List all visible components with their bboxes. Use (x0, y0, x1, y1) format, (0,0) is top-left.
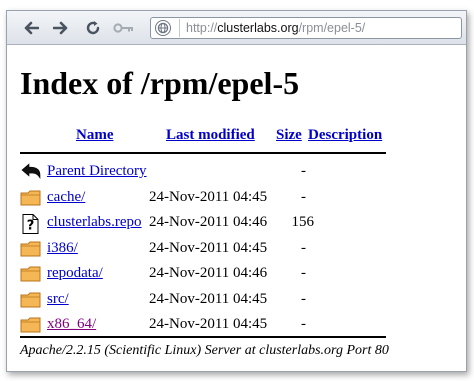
table-row: i386/ 24-Nov-2011 04:45 - (20, 238, 390, 264)
row-date: 24-Nov-2011 04:45 (149, 188, 268, 205)
cache-folder-link[interactable]: cache/ (47, 189, 85, 206)
sort-by-description-link[interactable]: Description (308, 127, 382, 144)
address-bar[interactable]: http://clusterlabs.org/rpm/epel-5/ (150, 17, 462, 39)
url-scheme: http:// (186, 21, 218, 35)
row-size: - (301, 290, 306, 307)
globe-icon (155, 20, 171, 36)
folder-icon (20, 240, 42, 258)
header-divider (20, 152, 386, 154)
footer-divider (20, 336, 386, 338)
forward-arrow-icon (53, 21, 68, 35)
key-icon (113, 23, 133, 33)
svg-text:?: ? (27, 219, 35, 234)
unknown-file-icon: ? (20, 214, 42, 234)
url-path: /rpm/epel-5/ (298, 21, 366, 35)
row-size: - (301, 265, 306, 281)
forward-button[interactable] (51, 19, 71, 37)
page-content: Index of /rpm/epel-5 Name Last modified … (7, 45, 466, 371)
repodata-folder-link[interactable]: repodata/ (47, 265, 103, 282)
sort-by-last-modified-link[interactable]: Last modified (166, 127, 255, 144)
sort-by-size-link[interactable]: Size (276, 127, 302, 144)
folder-icon (20, 189, 42, 207)
table-row: cache/ 24-Nov-2011 04:45 - (20, 187, 390, 213)
src-folder-link[interactable]: src/ (47, 291, 69, 308)
key-button[interactable] (111, 19, 137, 37)
row-size: - (301, 316, 306, 332)
sort-by-name-link[interactable]: Name (76, 127, 114, 144)
browser-window: http://clusterlabs.org/rpm/epel-5/ Index… (6, 10, 467, 372)
i386-folder-link[interactable]: i386/ (47, 240, 78, 257)
folder-icon (20, 291, 42, 309)
browser-toolbar: http://clusterlabs.org/rpm/epel-5/ (7, 11, 466, 45)
row-date: 24-Nov-2011 04:45 (149, 316, 268, 332)
table-row: ? clusterlabs.repo 24-Nov-2011 04:46 156 (20, 212, 390, 238)
directory-listing: Name Last modified Size Description Pare… (20, 127, 390, 340)
row-size: - (301, 163, 306, 179)
x86-64-folder-link[interactable]: x86_64/ (47, 316, 96, 333)
row-date: 24-Nov-2011 04:45 (149, 239, 268, 256)
row-date: 24-Nov-2011 04:45 (149, 290, 268, 307)
row-size: - (301, 188, 306, 205)
folder-icon (20, 265, 42, 283)
back-button[interactable] (21, 19, 41, 37)
url-host: clusterlabs.org (217, 21, 299, 35)
listing-header: Name Last modified Size Description (20, 127, 390, 149)
row-size: 156 (291, 214, 315, 230)
page-title: Index of /rpm/epel-5 (20, 65, 300, 101)
folder-icon (20, 316, 42, 334)
parent-directory-link[interactable]: Parent Directory (47, 163, 147, 180)
back-arrow-icon (20, 163, 42, 181)
row-date: 24-Nov-2011 04:46 (149, 214, 268, 230)
reload-button[interactable] (83, 19, 103, 37)
reload-icon (86, 21, 100, 35)
clusterlabs-repo-link[interactable]: clusterlabs.repo (47, 214, 142, 231)
row-date: 24-Nov-2011 04:46 (149, 265, 268, 281)
table-row: Parent Directory - (20, 161, 390, 187)
listing-rows: Parent Directory - cache/ 24-Nov-2011 04… (20, 161, 390, 340)
table-row: repodata/ 24-Nov-2011 04:46 - (20, 263, 390, 289)
table-row: src/ 24-Nov-2011 04:45 - (20, 289, 390, 315)
back-arrow-icon (24, 21, 39, 35)
server-signature: Apache/2.2.15 (Scientific Linux) Server … (20, 343, 389, 358)
row-size: - (301, 239, 306, 256)
address-separator (179, 19, 180, 37)
